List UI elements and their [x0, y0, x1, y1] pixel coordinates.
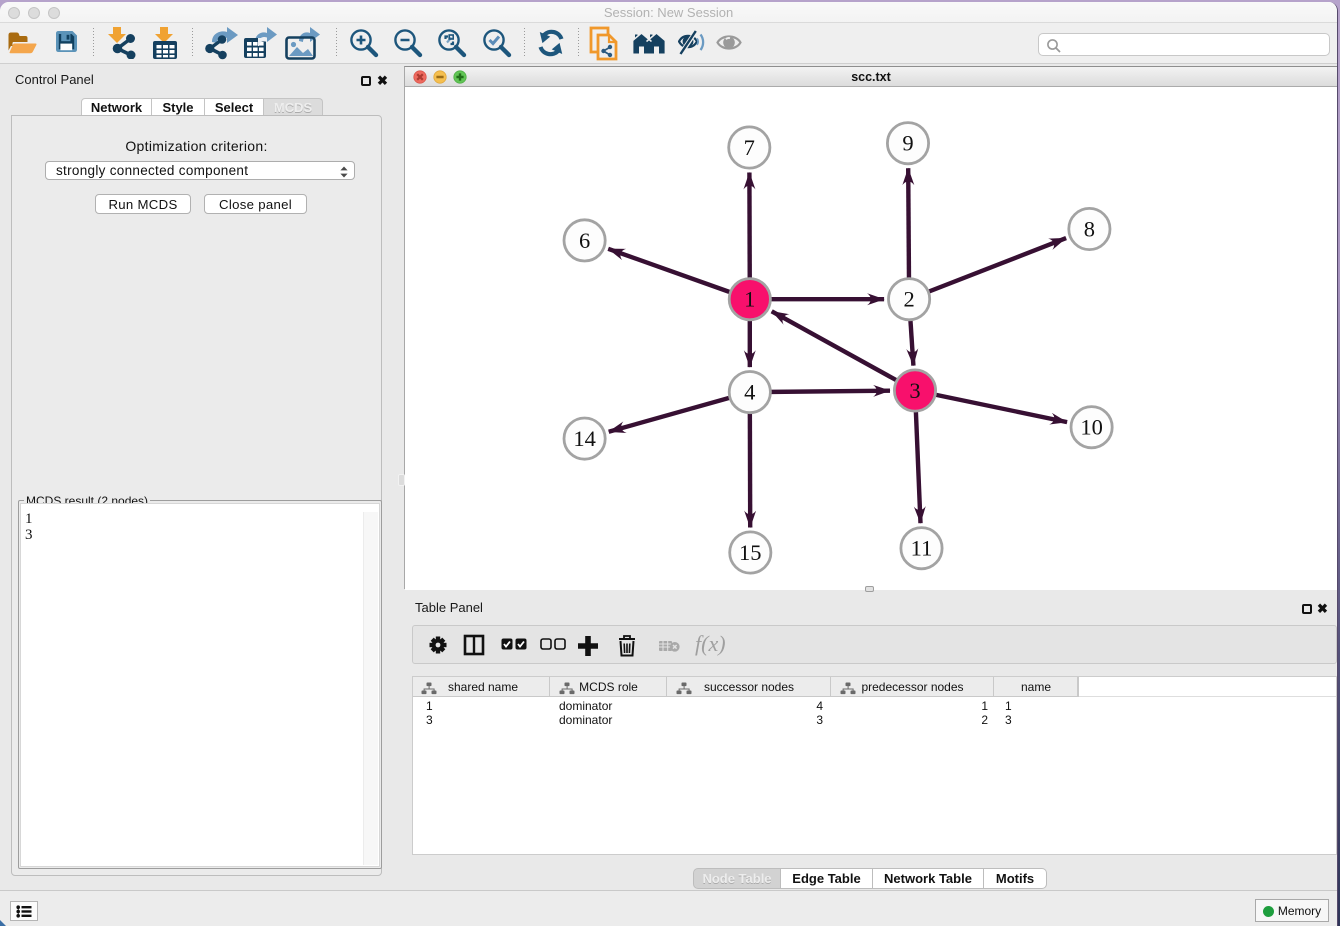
svg-text:3: 3: [909, 378, 920, 403]
svg-text:14: 14: [573, 426, 596, 451]
svg-text:2: 2: [903, 287, 914, 312]
svg-text:9: 9: [902, 131, 913, 156]
svg-text:1: 1: [744, 287, 755, 312]
svg-text:11: 11: [911, 536, 933, 561]
svg-text:15: 15: [739, 540, 762, 565]
svg-text:10: 10: [1080, 415, 1103, 440]
svg-text:7: 7: [744, 135, 755, 160]
svg-text:6: 6: [579, 228, 590, 253]
svg-text:4: 4: [744, 380, 755, 405]
svg-text:8: 8: [1084, 217, 1095, 242]
